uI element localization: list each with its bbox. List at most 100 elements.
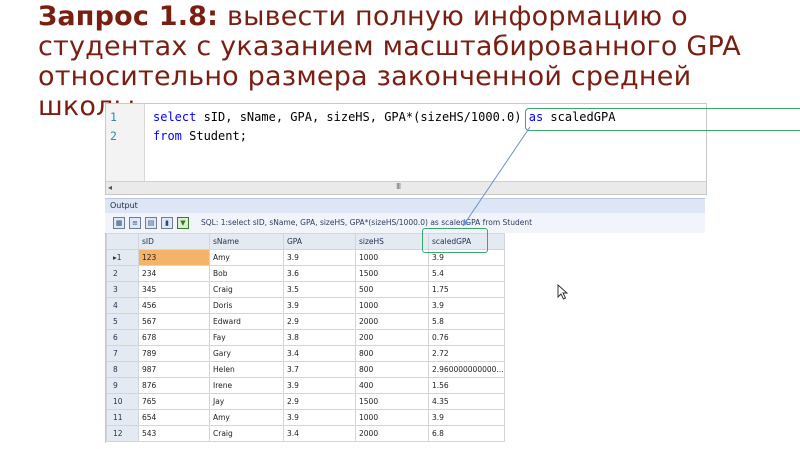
cell-gpa[interactable]: 3.6 xyxy=(283,265,356,282)
cell-scaledgpa[interactable]: 2.960000000000... xyxy=(428,361,505,378)
table-row[interactable]: 5 567 Edward 2.9 2000 5.8 xyxy=(106,313,505,330)
cell-sname[interactable]: Doris xyxy=(209,297,284,314)
column-header-gpa[interactable]: GPA xyxy=(283,233,356,250)
cell-sizehs[interactable]: 500 xyxy=(355,281,429,298)
cell-sname[interactable]: Amy xyxy=(209,249,284,266)
editor-horizontal-scrollbar[interactable]: ◂ III xyxy=(106,181,706,194)
cell-sizehs[interactable]: 800 xyxy=(355,345,429,362)
cell-gpa[interactable]: 3.8 xyxy=(283,329,356,346)
cell-sid[interactable]: 678 xyxy=(138,329,210,346)
cell-sname[interactable]: Craig xyxy=(209,281,284,298)
sql-editor[interactable]: 1 2 select sID, sName, GPA, sizeHS, GPA*… xyxy=(105,103,800,195)
cell-sid[interactable]: 123 xyxy=(138,249,210,266)
cell-sizehs[interactable]: 2000 xyxy=(355,313,429,330)
results-grid[interactable]: sID sName GPA sizeHS scaledGPA ▸1 123 Amy 3… xyxy=(105,233,706,443)
table-row[interactable]: 12 543 Craig 3.4 2000 6.8 xyxy=(106,425,505,442)
table-row[interactable]: 2 234 Bob 3.6 1500 5.4 xyxy=(106,265,505,282)
cell-sname[interactable]: Irene xyxy=(209,377,284,394)
cell-gpa[interactable]: 3.9 xyxy=(283,409,356,426)
cell-scaledgpa[interactable]: 6.8 xyxy=(428,425,505,442)
cell-sid[interactable]: 345 xyxy=(138,281,210,298)
row-number[interactable]: 3 xyxy=(106,281,139,298)
chart-icon[interactable]: ▮ xyxy=(161,217,173,229)
cell-sname[interactable]: Fay xyxy=(209,329,284,346)
cell-sizehs[interactable]: 1500 xyxy=(355,265,429,282)
row-number[interactable]: 12 xyxy=(106,425,139,442)
row-number[interactable]: 2 xyxy=(106,265,139,282)
cell-sizehs[interactable]: 1000 xyxy=(355,297,429,314)
cell-scaledgpa[interactable]: 5.4 xyxy=(428,265,505,282)
cell-sname[interactable]: Amy xyxy=(209,409,284,426)
cell-scaledgpa[interactable]: 0.76 xyxy=(428,329,505,346)
table-row[interactable]: 9 876 Irene 3.9 400 1.56 xyxy=(106,377,505,394)
cell-gpa[interactable]: 3.9 xyxy=(283,297,356,314)
cell-sizehs[interactable]: 1500 xyxy=(355,393,429,410)
cell-sid[interactable]: 567 xyxy=(138,313,210,330)
cell-sname[interactable]: Gary xyxy=(209,345,284,362)
cell-scaledgpa[interactable]: 4.35 xyxy=(428,393,505,410)
row-number[interactable]: 7 xyxy=(106,345,139,362)
column-header-sid[interactable]: sID xyxy=(138,233,210,250)
cell-scaledgpa[interactable]: 2.72 xyxy=(428,345,505,362)
column-header-sname[interactable]: sName xyxy=(209,233,284,250)
export-icon[interactable]: ▤ xyxy=(145,217,157,229)
cell-sname[interactable]: Edward xyxy=(209,313,284,330)
code-line-2[interactable]: from Student; xyxy=(153,129,247,143)
cell-sizehs[interactable]: 800 xyxy=(355,361,429,378)
cell-sizehs[interactable]: 400 xyxy=(355,377,429,394)
cell-gpa[interactable]: 3.4 xyxy=(283,345,356,362)
row-number[interactable]: 6 xyxy=(106,329,139,346)
cell-gpa[interactable]: 3.7 xyxy=(283,361,356,378)
cell-sname[interactable]: Jay xyxy=(209,393,284,410)
row-number[interactable]: 9 xyxy=(106,377,139,394)
cell-gpa[interactable]: 2.9 xyxy=(283,393,356,410)
cell-sid[interactable]: 234 xyxy=(138,265,210,282)
table-row[interactable]: 8 987 Helen 3.7 800 2.960000000000... xyxy=(106,361,505,378)
row-number[interactable]: 11 xyxy=(106,409,139,426)
row-number[interactable]: ▸1 xyxy=(106,249,139,266)
cell-scaledgpa[interactable]: 1.75 xyxy=(428,281,505,298)
cell-sizehs[interactable]: 200 xyxy=(355,329,429,346)
keyword-select: select xyxy=(153,110,197,124)
table-row[interactable]: 10 765 Jay 2.9 1500 4.35 xyxy=(106,393,505,410)
cell-scaledgpa[interactable]: 3.9 xyxy=(428,297,505,314)
grid-view-icon[interactable]: ▦ xyxy=(113,217,125,229)
corner-header[interactable] xyxy=(106,233,139,250)
cell-gpa[interactable]: 3.9 xyxy=(283,249,356,266)
cell-sid[interactable]: 456 xyxy=(138,297,210,314)
column-header-sizehs[interactable]: sizeHS xyxy=(355,233,429,250)
text-view-icon[interactable]: ≡ xyxy=(129,217,141,229)
row-number[interactable]: 4 xyxy=(106,297,139,314)
cell-sizehs[interactable]: 1000 xyxy=(355,409,429,426)
row-number[interactable]: 5 xyxy=(106,313,139,330)
table-row[interactable]: 11 654 Amy 3.9 1000 3.9 xyxy=(106,409,505,426)
cell-sname[interactable]: Craig xyxy=(209,425,284,442)
cell-scaledgpa[interactable]: 1.56 xyxy=(428,377,505,394)
cell-sid[interactable]: 765 xyxy=(138,393,210,410)
cell-sid[interactable]: 987 xyxy=(138,361,210,378)
cell-gpa[interactable]: 3.9 xyxy=(283,377,356,394)
cell-gpa[interactable]: 3.5 xyxy=(283,281,356,298)
table-row[interactable]: 6 678 Fay 3.8 200 0.76 xyxy=(106,329,505,346)
row-number[interactable]: 10 xyxy=(106,393,139,410)
cell-gpa[interactable]: 2.9 xyxy=(283,313,356,330)
table-row[interactable]: 3 345 Craig 3.5 500 1.75 xyxy=(106,281,505,298)
table-row[interactable]: 4 456 Doris 3.9 1000 3.9 xyxy=(106,297,505,314)
cell-sname[interactable]: Helen xyxy=(209,361,284,378)
cell-sizehs[interactable]: 1000 xyxy=(355,249,429,266)
cell-sid[interactable]: 654 xyxy=(138,409,210,426)
cell-sname[interactable]: Bob xyxy=(209,265,284,282)
cell-scaledgpa[interactable]: 3.9 xyxy=(428,409,505,426)
cell-scaledgpa[interactable]: 5.8 xyxy=(428,313,505,330)
cell-gpa[interactable]: 3.4 xyxy=(283,425,356,442)
scroll-grip[interactable]: III xyxy=(396,182,401,191)
keyword-from: from xyxy=(153,129,182,143)
row-number[interactable]: 8 xyxy=(106,361,139,378)
cell-sizehs[interactable]: 2000 xyxy=(355,425,429,442)
table-row[interactable]: 7 789 Gary 3.4 800 2.72 xyxy=(106,345,505,362)
scroll-left-icon[interactable]: ◂ xyxy=(108,183,112,192)
filter-icon[interactable]: ▼ xyxy=(177,217,189,229)
cell-sid[interactable]: 876 xyxy=(138,377,210,394)
cell-sid[interactable]: 543 xyxy=(138,425,210,442)
cell-sid[interactable]: 789 xyxy=(138,345,210,362)
